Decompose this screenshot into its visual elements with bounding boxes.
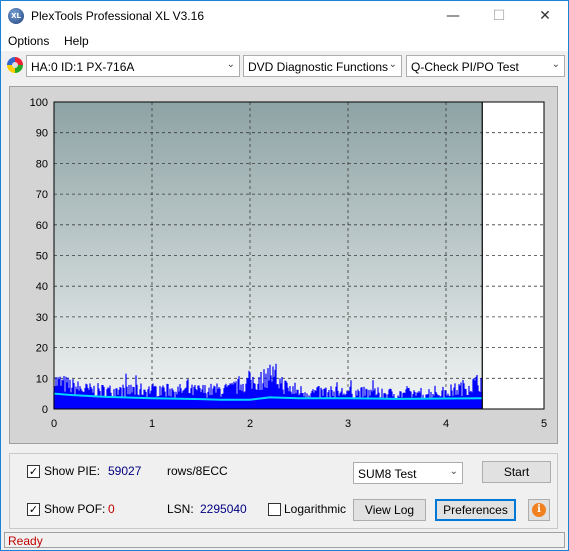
y-tick-label: 0 [42, 404, 48, 416]
y-tick-label: 60 [36, 220, 48, 232]
chevron-down-icon: ⌄ [226, 59, 235, 70]
x-tick-label: 0 [51, 418, 57, 430]
y-tick-label: 50 [36, 251, 48, 263]
logarithmic-checkbox[interactable] [268, 503, 281, 516]
pi-po-chart: 0 10 20 30 40 50 60 70 80 90 100 0 1 2 3 4 5 [30, 97, 547, 430]
menu-bar: Options Help [1, 31, 568, 51]
lsn-value: 2295040 [200, 502, 247, 516]
x-tick-label: 3 [345, 418, 351, 430]
window-title: PlexTools Professional XL V3.16 [31, 9, 204, 23]
y-tick-label: 10 [36, 373, 48, 385]
chevron-down-icon: ⌄ [449, 466, 458, 477]
y-tick-label: 90 [36, 128, 48, 140]
y-tick-label: 100 [30, 97, 48, 109]
x-tick-label: 2 [247, 418, 253, 430]
minimize-button[interactable]: — [430, 1, 476, 31]
y-tick-label: 80 [36, 158, 48, 170]
close-button[interactable]: ✕ [522, 1, 568, 31]
preferences-button[interactable]: Preferences [435, 499, 516, 521]
plextools-logo-icon: XL [8, 8, 24, 24]
test-type-select[interactable]: Q-Check PI/PO Test ⌄ [406, 55, 565, 77]
test-type-select-value: Q-Check PI/PO Test [411, 60, 519, 74]
show-pie-label: Show PIE: [44, 464, 101, 478]
app-window: XL PlexTools Professional XL V3.16 — ☐ ✕… [0, 0, 569, 551]
drive-select-value: HA:0 ID:1 PX-716A [31, 60, 135, 74]
title-bar[interactable]: XL PlexTools Professional XL V3.16 — ☐ ✕ [1, 1, 568, 31]
show-pie-checkbox[interactable]: ✓ [27, 465, 40, 478]
show-pof-checkbox[interactable]: ✓ [27, 503, 40, 516]
toolbar: HA:0 ID:1 PX-716A ⌄ DVD Diagnostic Funct… [1, 53, 568, 79]
x-tick-label: 4 [443, 418, 449, 430]
pie-count-value: 59027 [108, 464, 142, 478]
y-tick-label: 20 [36, 343, 48, 355]
maximize-button[interactable]: ☐ [476, 1, 522, 31]
y-tick-label: 70 [36, 189, 48, 201]
view-log-button[interactable]: View Log [353, 499, 426, 521]
rows-unit-label: rows/8ECC [167, 464, 228, 478]
test-controls-panel: ✓ Show PIE: 59027 rows/8ECC ✓ Show POF: … [9, 453, 558, 529]
info-button[interactable]: i [528, 499, 550, 521]
chevron-down-icon: ⌄ [388, 59, 397, 70]
x-tick-label: 1 [149, 418, 155, 430]
show-pof-label: Show POF: [44, 502, 106, 516]
sum-test-select-value: SUM8 Test [358, 467, 417, 481]
sum-test-select[interactable]: SUM8 Test ⌄ [353, 462, 463, 484]
drive-select[interactable]: HA:0 ID:1 PX-716A ⌄ [26, 55, 240, 77]
menu-help[interactable]: Help [64, 34, 89, 48]
start-button[interactable]: Start [482, 461, 551, 483]
function-select-value: DVD Diagnostic Functions [248, 60, 389, 74]
x-tick-label: 5 [541, 418, 547, 430]
status-text: Ready [8, 534, 43, 548]
y-tick-label: 30 [36, 312, 48, 324]
menu-options[interactable]: Options [8, 34, 49, 48]
status-bar: Ready [4, 532, 565, 548]
chevron-down-icon: ⌄ [551, 59, 560, 70]
pof-count-value: 0 [108, 502, 115, 516]
plot-background [54, 102, 483, 409]
disc-drive-icon [7, 57, 23, 73]
logarithmic-label: Logarithmic [284, 502, 347, 516]
y-tick-label: 40 [36, 281, 48, 293]
function-select[interactable]: DVD Diagnostic Functions ⌄ [243, 55, 402, 77]
info-icon: i [532, 503, 546, 517]
pi-po-chart-panel: 0 10 20 30 40 50 60 70 80 90 100 0 1 2 3 4 5 [9, 86, 558, 444]
lsn-label: LSN: [167, 502, 194, 516]
